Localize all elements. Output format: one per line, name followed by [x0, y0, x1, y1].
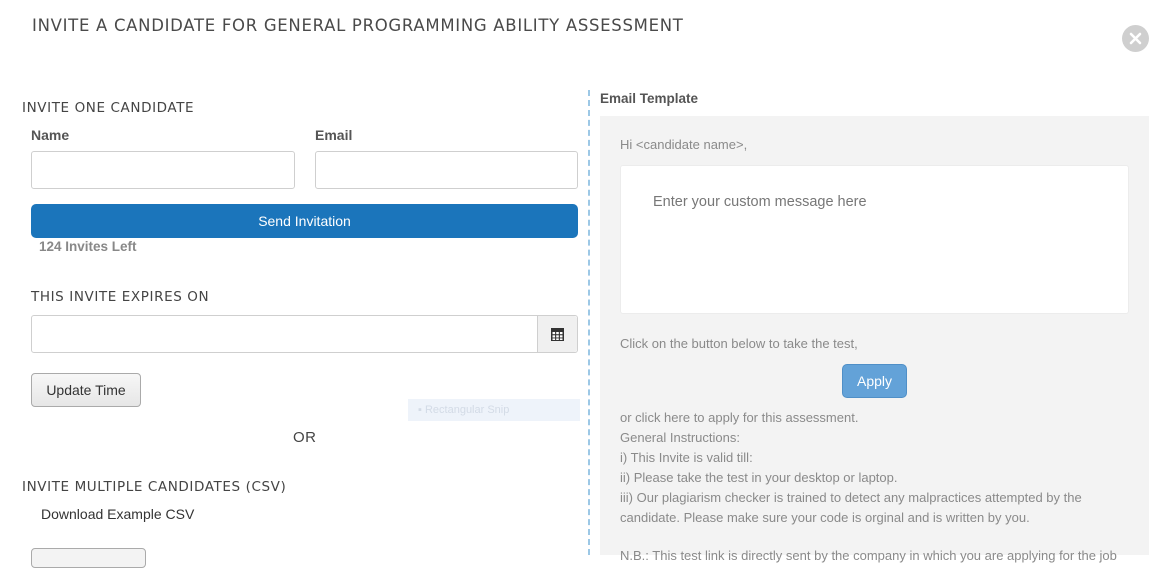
email-input[interactable]: [315, 151, 578, 189]
email-template-heading: Email Template: [600, 91, 699, 106]
download-example-csv-link[interactable]: Download Example CSV: [41, 506, 194, 522]
name-input[interactable]: [31, 151, 295, 189]
email-label: Email: [315, 127, 353, 143]
modal-title: INVITE A CANDIDATE FOR GENERAL PROGRAMMI…: [32, 16, 684, 35]
instruction-item: i) This Invite is valid till:: [620, 450, 753, 465]
name-label: Name: [31, 127, 70, 143]
instruction-item: iii) Our plagiarism checker is trained t…: [620, 490, 1082, 525]
snip-label: Rectangular Snip: [424, 404, 510, 416]
snip-icon: ▪: [418, 404, 425, 416]
or-separator: OR: [293, 429, 317, 446]
calendar-icon: [551, 328, 564, 341]
update-time-button[interactable]: Update Time: [31, 373, 141, 407]
click-instruction-text: Click on the button below to take the te…: [620, 336, 858, 351]
note-text: N.B.: This test link is directly sent by…: [620, 548, 1117, 563]
close-button[interactable]: [1122, 25, 1149, 52]
close-icon: [1129, 32, 1142, 45]
invite-one-heading: INVITE ONE CANDIDATE: [22, 100, 195, 116]
apply-link-text: or click here to apply for this assessme…: [620, 410, 859, 425]
email-greeting: Hi <candidate name>,: [620, 137, 748, 152]
send-invitation-button[interactable]: Send Invitation: [31, 204, 578, 238]
instructions-block: or click here to apply for this assessme…: [620, 408, 1120, 528]
invites-left-count: 124 Invites Left: [39, 239, 137, 254]
instruction-item: ii) Please take the test in your desktop…: [620, 470, 898, 485]
instructions-title: General Instructions:: [620, 430, 740, 445]
custom-message-input[interactable]: [620, 165, 1129, 314]
expiry-date-field: [31, 315, 578, 353]
expiry-heading: THIS INVITE EXPIRES ON: [31, 289, 210, 305]
rectangular-snip-overlay: ▪ Rectangular Snip: [408, 399, 580, 421]
column-divider: [588, 90, 590, 555]
upload-csv-button[interactable]: [31, 548, 146, 568]
apply-button[interactable]: Apply: [842, 364, 907, 398]
calendar-button[interactable]: [537, 316, 577, 352]
expiry-date-input[interactable]: [32, 316, 537, 352]
invite-multiple-heading: INVITE MULTIPLE CANDIDATES (CSV): [22, 479, 287, 495]
